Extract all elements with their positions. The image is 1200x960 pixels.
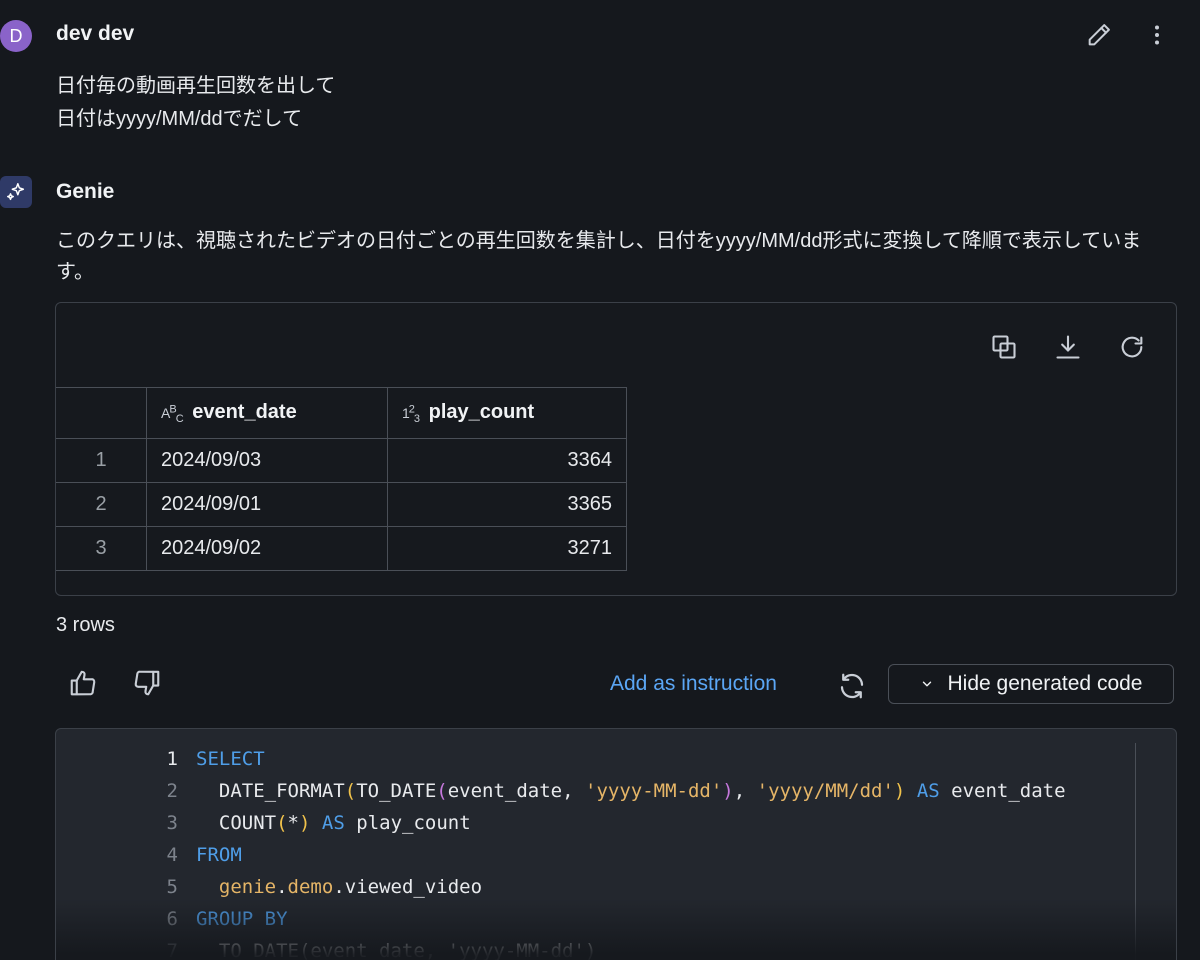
user-avatar: D <box>0 20 32 52</box>
edit-icon[interactable] <box>1084 20 1114 50</box>
table-row: 2 2024/09/01 3365 <box>56 482 627 527</box>
code-line: 6 GROUP BY <box>56 903 288 935</box>
line-number: 7 <box>166 940 178 960</box>
column-header-event-date[interactable]: ABC event_date <box>146 387 388 439</box>
cell-event-date: 2024/09/01 <box>146 482 388 527</box>
column-header-label: event_date <box>192 401 297 424</box>
code-line: 7 TO_DATE(event_date, 'yyyy-MM-dd') <box>56 935 597 960</box>
cell-play-count: 3364 <box>387 438 627 483</box>
line-number: 5 <box>166 876 178 898</box>
cell-event-date: 2024/09/02 <box>146 526 388 571</box>
sql-keyword: GROUP BY <box>196 908 288 930</box>
more-vertical-icon[interactable] <box>1142 20 1172 50</box>
sql-schema: demo <box>287 876 334 898</box>
genie-avatar <box>0 176 32 208</box>
line-number: 3 <box>166 812 178 834</box>
sql-expression: TO_DATE(event_date, 'yyyy-MM-dd') <box>218 940 597 960</box>
thumbs-up-icon[interactable] <box>66 666 100 700</box>
result-toolbar <box>988 331 1148 363</box>
sparkle-icon <box>7 183 25 201</box>
user-message-line: 日付毎の動画再生回数を出して <box>56 75 336 97</box>
code-line: 4 FROM <box>56 839 242 871</box>
row-count-label: 3 rows <box>56 614 115 636</box>
user-message-text: 日付毎の動画再生回数を出して 日付はyyyy/MM/ddでだして <box>56 70 335 136</box>
line-number: 6 <box>166 908 178 930</box>
hide-generated-code-button[interactable]: Hide generated code <box>888 664 1174 704</box>
code-line: 1 SELECT <box>56 743 265 775</box>
generated-code-block[interactable]: 1 SELECT 2 DATE_FORMAT(TO_DATE(event_date… <box>55 728 1177 960</box>
regenerate-icon[interactable] <box>834 668 870 704</box>
refresh-icon[interactable] <box>1116 331 1148 363</box>
results-table: ABC event_date 123 play_count 1 2024/09/… <box>56 387 627 571</box>
user-name: dev dev <box>56 22 135 45</box>
sql-keyword: AS <box>321 812 345 834</box>
download-icon[interactable] <box>1052 331 1084 363</box>
sql-keyword: SELECT <box>196 748 265 770</box>
row-index: 3 <box>56 526 147 571</box>
copy-icon[interactable] <box>988 331 1020 363</box>
genie-chat-page: D dev dev 日付毎の動画再生回数を出して 日付はyyyy/MM/ddでだ… <box>0 0 1200 960</box>
cell-play-count: 3271 <box>387 526 627 571</box>
code-line: 2 DATE_FORMAT(TO_DATE(event_date, 'yyyy-… <box>56 775 1066 807</box>
row-index: 1 <box>56 438 147 483</box>
feedback-bar <box>66 666 164 700</box>
sql-keyword: AS <box>916 780 940 802</box>
sql-table: viewed_video <box>344 876 483 898</box>
hide-generated-code-label: Hide generated code <box>947 672 1143 695</box>
row-index: 2 <box>56 482 147 527</box>
row-index-header <box>56 387 147 439</box>
string-type-icon: ABC <box>161 403 184 425</box>
column-header-play-count[interactable]: 123 play_count <box>387 387 627 439</box>
cell-play-count: 3365 <box>387 482 627 527</box>
add-as-instruction-link[interactable]: Add as instruction <box>610 672 777 696</box>
sql-function: COUNT <box>218 812 277 834</box>
cell-event-date: 2024/09/03 <box>146 438 388 483</box>
line-number: 1 <box>166 748 178 770</box>
sql-identifier: event_date <box>447 780 563 802</box>
sql-string: 'yyyy-MM-dd' <box>585 780 723 802</box>
thumbs-down-icon[interactable] <box>130 666 164 700</box>
code-line: 3 COUNT(*) AS play_count <box>56 807 471 839</box>
table-row: 3 2024/09/02 3271 <box>56 526 627 571</box>
genie-description: このクエリは、視聴されたビデオの日付ごとの再生回数を集計し、日付をyyyy/MM… <box>56 230 1142 283</box>
number-type-icon: 123 <box>402 403 420 425</box>
chevron-down-icon <box>922 681 931 687</box>
message-actions <box>1084 20 1172 50</box>
code-scrollbar[interactable] <box>1135 743 1160 960</box>
result-card: ABC event_date 123 play_count 1 2024/09/… <box>55 302 1177 596</box>
sql-function: TO_DATE <box>356 780 437 802</box>
line-number: 4 <box>166 844 178 866</box>
table-row: 1 2024/09/03 3364 <box>56 438 627 483</box>
user-message-line: 日付はyyyy/MM/ddでだして <box>56 108 303 130</box>
sql-catalog: genie <box>218 876 277 898</box>
sql-identifier: play_count <box>356 812 471 834</box>
sql-string: 'yyyy/MM/dd' <box>756 780 894 802</box>
line-number: 2 <box>166 780 178 802</box>
sql-identifier: event_date <box>951 780 1066 802</box>
column-header-label: play_count <box>428 401 535 424</box>
code-line: 5 genie.demo.viewed_video <box>56 871 483 903</box>
sql-keyword: FROM <box>196 844 242 866</box>
sql-identifier: * <box>287 812 299 834</box>
genie-name: Genie <box>56 180 115 203</box>
table-header-row: ABC event_date 123 play_count <box>56 387 627 439</box>
sql-function: DATE_FORMAT <box>218 780 345 802</box>
